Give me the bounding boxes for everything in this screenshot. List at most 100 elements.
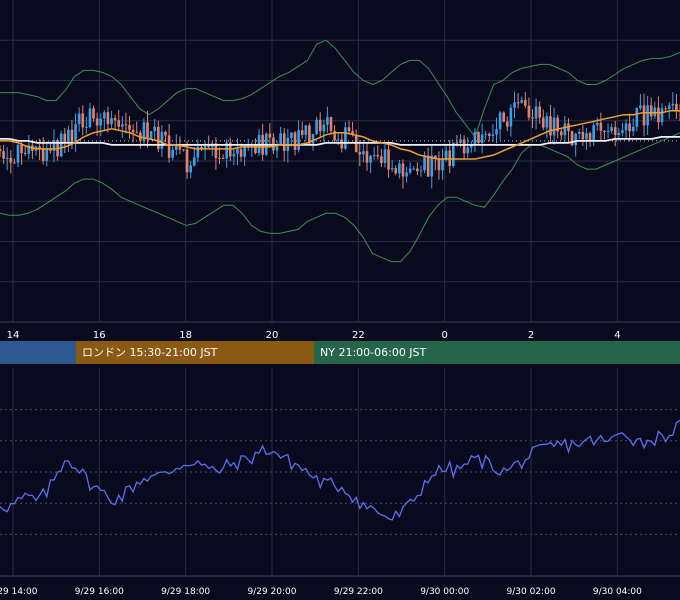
price-x-tick-label: 2 bbox=[528, 330, 534, 340]
oscillator-background bbox=[0, 368, 680, 600]
session-bar: ロンドン 15:30-21:00 JST NY 21:00-06:00 JST bbox=[0, 341, 680, 364]
candle-body bbox=[297, 130, 300, 150]
candle-body bbox=[455, 142, 459, 144]
candle-body bbox=[362, 151, 365, 155]
candle-body bbox=[639, 105, 642, 109]
candle-body bbox=[218, 157, 221, 159]
oscillator-x-tick-label: 9/30 02:00 bbox=[507, 587, 556, 597]
candle-body bbox=[387, 149, 390, 170]
candle-body bbox=[488, 133, 491, 136]
candle-body bbox=[430, 155, 434, 177]
candle-body bbox=[117, 120, 121, 127]
oscillator-x-tick-label: 9/30 00:00 bbox=[420, 587, 469, 597]
candle-body bbox=[5, 157, 9, 159]
candle-body bbox=[552, 117, 556, 136]
price-x-tick-label: 4 bbox=[614, 330, 620, 340]
candle-body bbox=[621, 130, 624, 134]
candle-body bbox=[610, 127, 613, 131]
candle-body bbox=[92, 108, 95, 119]
candle-body bbox=[588, 133, 592, 142]
candle-body bbox=[527, 105, 531, 118]
price-x-tick-label: 20 bbox=[266, 330, 279, 340]
candle-body bbox=[423, 155, 426, 171]
candle-body bbox=[340, 139, 344, 149]
candle-body bbox=[23, 152, 27, 154]
candle bbox=[477, 131, 480, 144]
candle-body bbox=[282, 133, 286, 151]
candle-body bbox=[358, 152, 362, 155]
candle-body bbox=[653, 107, 657, 117]
candle-body bbox=[369, 155, 372, 163]
price-x-tick-label: 14 bbox=[7, 330, 20, 340]
candle-body bbox=[491, 134, 495, 136]
candle-body bbox=[603, 130, 606, 132]
candle-body bbox=[311, 133, 315, 144]
price-x-tick-label: 16 bbox=[93, 330, 106, 340]
candle-body bbox=[459, 139, 462, 144]
candle-body bbox=[466, 147, 470, 154]
candle-body bbox=[484, 133, 488, 135]
candle-body bbox=[581, 131, 585, 140]
candle-body bbox=[545, 116, 549, 128]
candle bbox=[570, 130, 574, 147]
candle-body bbox=[135, 132, 139, 134]
candle-body bbox=[185, 149, 189, 173]
candle-body bbox=[121, 124, 124, 127]
price-x-tick-label: 18 bbox=[179, 330, 192, 340]
candle-body bbox=[660, 108, 664, 123]
candle-body bbox=[495, 129, 498, 135]
candle bbox=[452, 142, 455, 168]
oscillator-x-tick-label: 9/29 20:00 bbox=[247, 587, 296, 597]
candle-body bbox=[0, 148, 2, 152]
candle-body bbox=[254, 144, 257, 153]
candle-body bbox=[365, 151, 369, 163]
candle-body bbox=[664, 108, 667, 110]
candle-body bbox=[81, 113, 85, 128]
candle-body bbox=[300, 130, 304, 135]
candle-body bbox=[290, 132, 293, 139]
candle-body bbox=[207, 146, 210, 148]
candle-body bbox=[103, 112, 106, 119]
candle-body bbox=[592, 125, 595, 142]
price-chart[interactable]: 14 16 18 20 22 0 2 4 bbox=[0, 0, 680, 340]
candle-body bbox=[85, 126, 88, 128]
candle-body bbox=[628, 123, 631, 132]
candle-body bbox=[372, 155, 376, 157]
session-tokyo bbox=[0, 341, 76, 364]
candle-body bbox=[322, 124, 326, 132]
candle-body bbox=[268, 133, 272, 138]
candle-body bbox=[595, 122, 599, 126]
candle-body bbox=[462, 139, 466, 154]
candle-body bbox=[16, 144, 20, 163]
candle-body bbox=[203, 146, 207, 149]
candle-body bbox=[315, 119, 318, 134]
candle-body bbox=[559, 131, 563, 136]
candle-body bbox=[95, 118, 99, 126]
candle-body bbox=[239, 149, 243, 157]
candle-body bbox=[106, 112, 110, 125]
candle-body bbox=[480, 134, 484, 144]
candle-body bbox=[272, 137, 275, 151]
candle-body bbox=[577, 131, 581, 134]
oscillator-x-tick-label: 9/29 18:00 bbox=[161, 587, 210, 597]
candle-body bbox=[563, 123, 567, 136]
candle-body bbox=[77, 113, 81, 125]
candle-body bbox=[232, 153, 236, 157]
candle-body bbox=[189, 165, 192, 173]
oscillator-x-tick-label: 9/29 14:00 bbox=[0, 587, 38, 597]
candle-body bbox=[624, 123, 628, 131]
candle-body bbox=[452, 142, 455, 166]
candle-body bbox=[398, 163, 401, 174]
candle-body bbox=[412, 168, 416, 170]
candle-body bbox=[164, 131, 167, 136]
candle-body bbox=[541, 117, 545, 128]
candle-body bbox=[642, 105, 646, 126]
candle-body bbox=[74, 124, 77, 142]
candle-body bbox=[182, 149, 185, 151]
candle-body bbox=[416, 168, 419, 172]
candle-body bbox=[509, 107, 513, 127]
candle-body bbox=[380, 156, 383, 164]
oscillator-chart[interactable]: 9/29 14:00 9/29 16:00 9/29 18:00 9/29 20:00… bbox=[0, 368, 680, 600]
candle-body bbox=[171, 149, 174, 158]
candle-body bbox=[160, 131, 164, 149]
